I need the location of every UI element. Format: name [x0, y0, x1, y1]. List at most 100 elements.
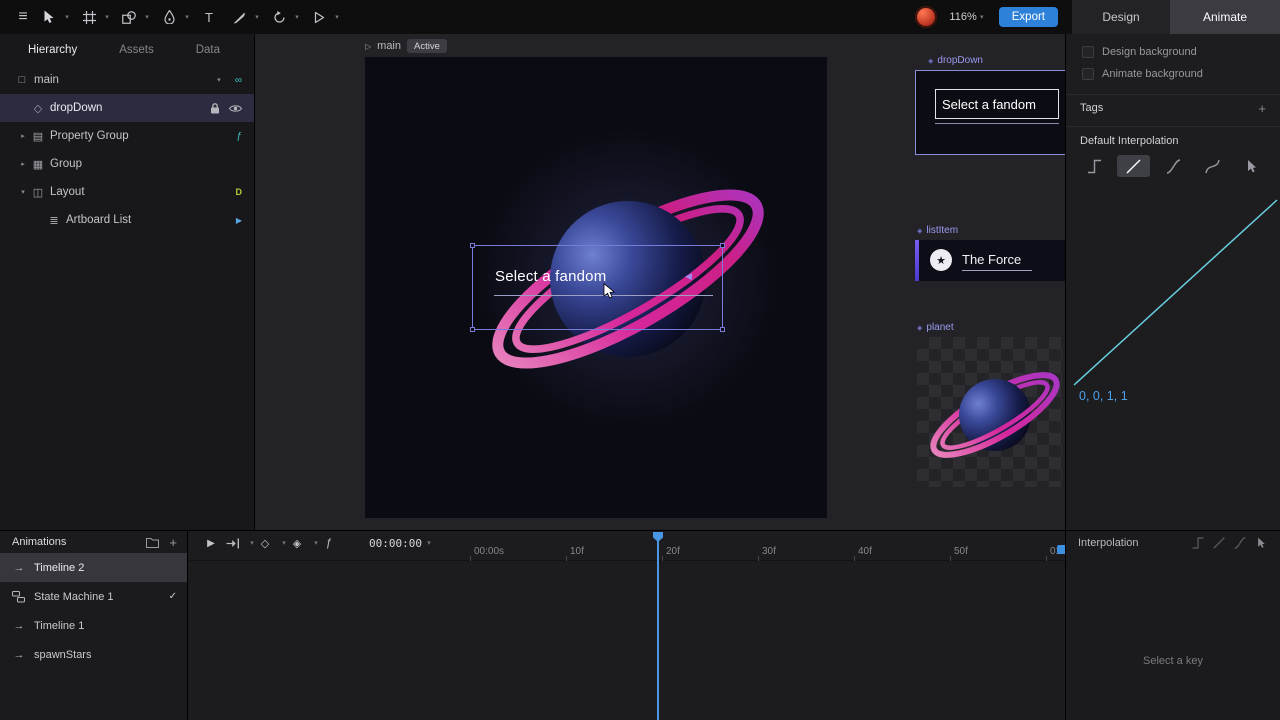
animate-mode-button[interactable]: Animate	[1170, 0, 1280, 34]
curve-pointer-button[interactable]	[1235, 155, 1268, 177]
tree-item-artboard-list[interactable]: ≣ Artboard List ▶	[0, 206, 254, 234]
playhead[interactable]	[657, 532, 659, 720]
component-icon: ◈	[928, 57, 933, 65]
knife-tool[interactable]: ▾	[226, 4, 262, 30]
shapes-tool[interactable]: ▾	[116, 4, 152, 30]
tree-item-main[interactable]: □ main ▾ ∞	[0, 66, 254, 94]
component-icon: ◈	[917, 324, 922, 332]
animate-background-row[interactable]: Animate background	[1066, 64, 1280, 84]
caret-down-icon[interactable]: ▾	[16, 188, 30, 196]
group-icon: ▦	[30, 158, 46, 171]
curve-pointer-icon[interactable]	[1254, 536, 1268, 550]
main-artboard[interactable]: Select a fandom ◀	[365, 57, 827, 518]
user-avatar[interactable]	[915, 6, 937, 28]
tree-item-dropdown[interactable]: ◇ dropDown	[0, 94, 254, 122]
preview-label-planet[interactable]: ◈ planet	[917, 322, 954, 333]
selection-handle[interactable]	[470, 327, 475, 332]
custom-curve-button[interactable]	[1196, 155, 1229, 177]
hold-curve-icon[interactable]	[1191, 536, 1205, 550]
menu-button[interactable]: ≡	[10, 4, 36, 30]
interpolation-header-icons	[1191, 536, 1268, 550]
rotate-tool[interactable]: ▾	[266, 4, 302, 30]
cubic-interpolation-button[interactable]	[1156, 155, 1189, 177]
timeline-ruler[interactable]: 00:00s 10f 20f 30f 40f 50f 01:00	[189, 543, 1065, 561]
artboard-icon: □	[14, 74, 30, 86]
design-background-checkbox[interactable]	[1082, 46, 1094, 58]
text-tool[interactable]: T	[196, 4, 222, 30]
eye-icon[interactable]	[229, 104, 242, 113]
selection-handle[interactable]	[720, 243, 725, 248]
timeline-track-area[interactable]: ▶ ▾ ◇ ▾ ◈ ▾ ƒ 00:00:00 ▾ 00:00s 10f	[189, 531, 1065, 720]
lock-icon[interactable]	[210, 103, 220, 114]
animation-item-spawnstars[interactable]: → spawnStars	[0, 640, 187, 669]
add-tag-button[interactable]: +	[1258, 101, 1266, 116]
caret-right-icon[interactable]: ▸	[16, 160, 30, 168]
zoom-level: 116%	[949, 11, 976, 23]
play-tool-icon	[306, 4, 332, 30]
animation-item-statemachine1[interactable]: State Machine 1 ✓	[0, 582, 187, 611]
planet-asset-preview[interactable]	[917, 337, 1062, 487]
interpolation-header: Interpolation	[1066, 531, 1280, 555]
animate-background-checkbox[interactable]	[1082, 68, 1094, 80]
playhead-handle[interactable]	[653, 532, 663, 542]
animation-label: Timeline 1	[34, 620, 84, 632]
linear-interpolation-button[interactable]	[1117, 155, 1150, 177]
animation-item-timeline2[interactable]: → Timeline 2	[0, 553, 187, 582]
design-background-label: Design background	[1102, 46, 1197, 58]
listitem-preview-artboard[interactable]: ★ The Force	[915, 240, 1065, 281]
artboard-header[interactable]: ▷ main Active	[365, 39, 447, 53]
dropdown-preview-underline	[935, 123, 1059, 124]
export-button[interactable]: Export	[999, 7, 1058, 27]
preview-label-listitem[interactable]: ◈ listItem	[917, 225, 958, 236]
linear-curve-icon[interactable]	[1212, 536, 1226, 550]
tab-hierarchy[interactable]: Hierarchy	[28, 44, 77, 56]
curve-editor[interactable]	[1066, 184, 1280, 396]
selection-handle[interactable]	[470, 243, 475, 248]
work-area-end-marker[interactable]	[1057, 545, 1065, 554]
menu-icon: ≡	[18, 8, 27, 26]
tree-item-group[interactable]: ▸ ▦ Group	[0, 150, 254, 178]
animations-header: Animations +	[0, 531, 187, 553]
tab-data[interactable]: Data	[196, 44, 220, 56]
play-mode-tool[interactable]: ▾	[306, 4, 342, 30]
tree-item-property-group[interactable]: ▸ ▤ Property Group ƒ	[0, 122, 254, 150]
artboard-tool[interactable]: ▾	[76, 4, 112, 30]
tree-item-label: Property Group	[50, 130, 129, 142]
list-icon: ≣	[46, 214, 62, 227]
animations-list: Animations + → Timeline 2 State Machine …	[0, 531, 188, 720]
interpolation-title: Interpolation	[1078, 537, 1139, 549]
dropdown-element[interactable]: Select a fandom ◀	[472, 245, 723, 330]
dropdown-preview-artboard[interactable]: Select a fandom	[915, 70, 1065, 155]
cubic-curve-icon[interactable]	[1233, 536, 1247, 550]
listitem-text: The Force	[962, 252, 1021, 267]
preview-label-dropdown[interactable]: ◈ dropDown	[928, 55, 983, 66]
link-icon: ∞	[235, 75, 242, 86]
stage-canvas[interactable]: ▷ main Active	[255, 34, 1065, 530]
tree-item-layout[interactable]: ▾ ◫ Layout D	[0, 178, 254, 206]
selection-handle[interactable]	[720, 327, 725, 332]
triangle-left-icon: ◀	[685, 271, 692, 282]
zoom-control[interactable]: 116% ▾	[949, 11, 986, 23]
hold-interpolation-button[interactable]	[1078, 155, 1111, 177]
function-badge-icon: ƒ	[236, 131, 242, 142]
caret-right-icon[interactable]: ▸	[16, 132, 30, 140]
select-tool[interactable]: ▾	[36, 4, 72, 30]
caret-down-icon[interactable]: ▾	[212, 76, 226, 84]
folder-icon[interactable]	[146, 537, 159, 548]
animation-label: Timeline 2	[34, 562, 84, 574]
design-background-row[interactable]: Design background	[1066, 42, 1280, 62]
artboard-tool-icon	[76, 4, 102, 30]
pen-tool[interactable]: ▾	[156, 4, 192, 30]
preview-name: listItem	[926, 225, 958, 236]
property-group-icon: ▤	[30, 130, 46, 143]
tab-assets[interactable]: Assets	[119, 44, 154, 56]
enter-component-icon[interactable]: ▶	[236, 216, 242, 225]
add-animation-button[interactable]: +	[169, 535, 177, 550]
select-tool-icon	[36, 4, 62, 30]
default-interpolation-header: Default Interpolation	[1066, 130, 1280, 152]
divider	[1066, 126, 1280, 127]
design-mode-button[interactable]: Design	[1072, 0, 1170, 34]
curve-values: 0, 0, 1, 1	[1079, 389, 1128, 403]
animation-item-timeline1[interactable]: → Timeline 1	[0, 611, 187, 640]
key-interpolation-panel: Interpolation Select a key	[1065, 531, 1280, 720]
